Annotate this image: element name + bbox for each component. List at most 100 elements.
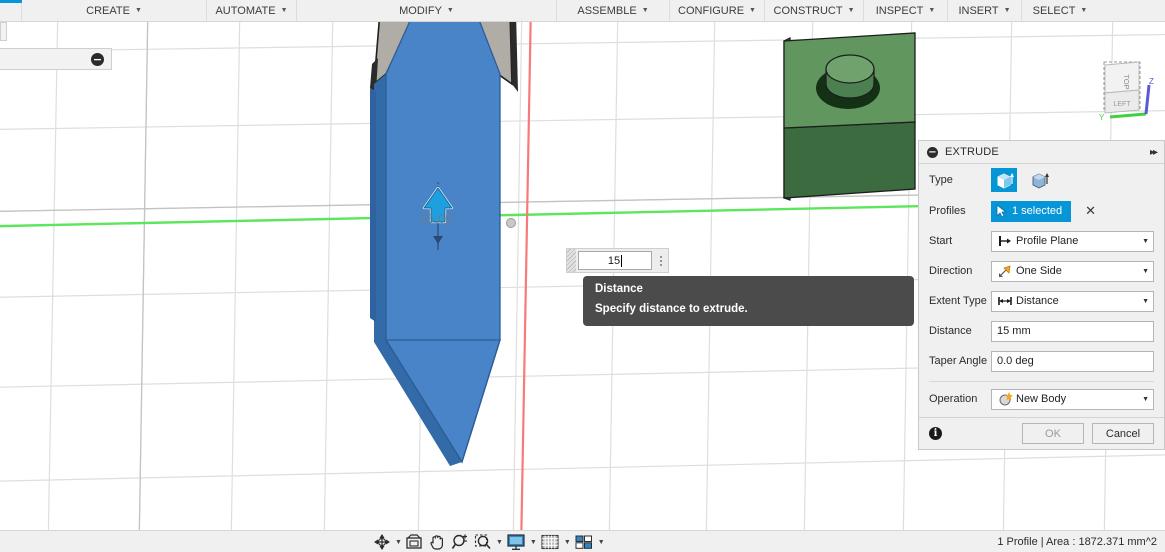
green-solid-body [783, 32, 916, 201]
toolbar-menu-configure-label: CONFIGURE [678, 4, 745, 17]
toolbar-menu-select[interactable]: SELECT ▼ [1022, 0, 1098, 21]
profile-plane-icon [996, 235, 1014, 247]
one-side-arrow-icon [996, 264, 1014, 278]
field-row-profiles: Profiles 1 selected ✕ [919, 196, 1164, 226]
view-cube[interactable]: TOP LEFT Y Z [1090, 57, 1162, 135]
label-type: Type [929, 174, 953, 186]
toolbar-menu-inspect[interactable]: INSPECT ▼ [864, 0, 948, 21]
nav-orbit-button[interactable] [371, 531, 393, 552]
viewcube-x-axis [1109, 112, 1147, 119]
viewcube-z-label: Z [1149, 77, 1154, 86]
canvas-distance-input[interactable]: 15 [578, 251, 652, 270]
direction-select[interactable]: One Side ▼ [991, 260, 1154, 282]
toolbar-accent-bar [0, 0, 22, 3]
extrude-solid-icon [997, 172, 1014, 189]
extrude-dialog-footer: i OK Cancel [919, 417, 1164, 449]
zoom-magnifier-icon [451, 534, 467, 549]
field-row-start: Start Profile Plane ▼ [919, 226, 1164, 256]
zoom-dropdown-caret-icon[interactable]: ▼ [496, 539, 503, 546]
pan-hand-icon [430, 535, 443, 550]
chevron-down-icon: ▼ [1080, 7, 1088, 14]
info-icon[interactable]: i [929, 427, 942, 440]
y-axis-line [520, 22, 532, 530]
extrude-dialog-title: EXTRUDE [945, 146, 999, 158]
minimize-icon[interactable]: − [927, 146, 938, 158]
toolbar-menu-construct-label: CONSTRUCT [773, 4, 843, 17]
extent-type-select[interactable]: Distance ▼ [991, 290, 1154, 312]
orbit-icon [374, 534, 390, 550]
toolbar-menu-automate-label: AUTOMATE [215, 4, 276, 17]
status-bar: ▼ ▼ ▼ ▼ ▼ 1 Profile | Area: 1872.371 mm… [0, 530, 1165, 552]
toolbar-menu-modify-label: MODIFY [399, 4, 442, 17]
status-message: 1 Profile | Area : 1872.371 mm^2 [997, 536, 1157, 548]
nav-grid-snaps-button[interactable] [538, 531, 562, 552]
chevron-down-icon: ▼ [1003, 7, 1011, 14]
extrude-type-solid-button[interactable] [991, 168, 1017, 192]
main-toolbar: CREATE ▼ AUTOMATE ▼ MODIFY ▼ ASSEMBLE ▼ … [0, 0, 1165, 22]
taper-angle-input[interactable]: 0.0 deg [991, 350, 1154, 372]
viewcube-y-label: Y [1099, 113, 1105, 122]
label-profiles: Profiles [929, 205, 966, 217]
look-at-icon [406, 534, 422, 549]
chevron-down-icon: ▼ [641, 7, 649, 14]
toolbar-menu-assemble[interactable]: ASSEMBLE ▼ [557, 0, 670, 21]
display-dropdown-caret-icon[interactable]: ▼ [530, 539, 537, 546]
orbit-dropdown-caret-icon[interactable]: ▼ [395, 539, 402, 546]
toolbar-menu-modify[interactable]: MODIFY ▼ [297, 0, 557, 21]
nav-viewports-button[interactable] [572, 531, 596, 552]
distance-measure-icon [996, 295, 1014, 307]
operation-select[interactable]: New Body ▼ [991, 388, 1154, 410]
start-value: Profile Plane [1016, 235, 1079, 247]
toolbar-menu-create[interactable]: CREATE ▼ [22, 0, 207, 21]
profiles-value: 1 selected [1012, 205, 1063, 217]
extrude-type-thin-button[interactable] [1026, 168, 1052, 192]
chevron-down-icon[interactable]: ▼ [1142, 238, 1149, 245]
viewport-canvas[interactable]: 15.00 TOP LEFT Y Z 15 Distance Specify d… [0, 22, 1165, 530]
viewports-icon [575, 535, 592, 549]
nav-zoom-button[interactable] [449, 531, 471, 552]
manipulator-value-label: 15.00 [420, 211, 453, 226]
label-start: Start [929, 235, 953, 247]
field-row-distance: Distance 15 mm [919, 316, 1164, 346]
extrude-dialog-header[interactable]: − EXTRUDE ▸▸ [919, 141, 1164, 164]
expand-chevrons-icon[interactable]: ▸▸ [1150, 147, 1158, 158]
browser-panel-collapsed-top[interactable]: − [0, 48, 112, 70]
browser-collapse-icon[interactable]: − [91, 52, 104, 66]
nav-zoom-window-button[interactable] [472, 531, 494, 552]
nav-pan-button[interactable] [426, 531, 448, 552]
chevron-down-icon: ▼ [280, 7, 288, 14]
viewports-dropdown-caret-icon[interactable]: ▼ [598, 539, 605, 546]
toolbar-menu-construct[interactable]: CONSTRUCT ▼ [765, 0, 864, 21]
toolbar-menu-automate[interactable]: AUTOMATE ▼ [207, 0, 297, 21]
blue-profile-solid [370, 22, 518, 466]
profiles-selection-chip[interactable]: 1 selected [991, 200, 1072, 222]
toolbar-menu-insert[interactable]: INSERT ▼ [948, 0, 1022, 21]
new-body-icon [996, 392, 1014, 406]
viewcube-top-label: TOP [1122, 74, 1131, 89]
field-row-extent-type: Extent Type Distance ▼ [919, 286, 1164, 316]
input-drag-grip[interactable] [567, 249, 576, 272]
label-extent-type: Extent Type [929, 295, 987, 307]
toolbar-menu-create-label: CREATE [86, 4, 130, 17]
grid-dropdown-caret-icon[interactable]: ▼ [564, 539, 571, 546]
viewcube-z-axis [1144, 84, 1151, 115]
canvas-distance-input-group[interactable]: 15 [566, 248, 669, 273]
field-row-direction: Direction One Side ▼ [919, 256, 1164, 286]
toolbar-menu-assemble-label: ASSEMBLE [577, 4, 637, 17]
clear-profiles-button[interactable]: ✕ [1085, 203, 1096, 219]
chevron-down-icon: ▼ [749, 7, 756, 14]
nav-look-at-button[interactable] [403, 531, 425, 552]
start-select[interactable]: Profile Plane ▼ [991, 230, 1154, 252]
axis-grip-dot [506, 218, 516, 228]
chevron-down-icon[interactable]: ▼ [1142, 268, 1149, 275]
chevron-down-icon[interactable]: ▼ [1142, 396, 1149, 403]
nav-display-settings-button[interactable] [504, 531, 528, 552]
cancel-button[interactable]: Cancel [1092, 423, 1154, 444]
chevron-down-icon[interactable]: ▼ [1142, 298, 1149, 305]
ok-button[interactable]: OK [1022, 423, 1084, 444]
extrude-dialog[interactable]: − EXTRUDE ▸▸ Type Profiles 1 selected ✕ … [918, 140, 1165, 450]
input-options-button[interactable] [654, 255, 668, 266]
distance-input[interactable]: 15 mm [991, 320, 1154, 342]
toolbar-leading-spacer [0, 0, 22, 21]
toolbar-menu-configure[interactable]: CONFIGURE ▼ [670, 0, 765, 21]
